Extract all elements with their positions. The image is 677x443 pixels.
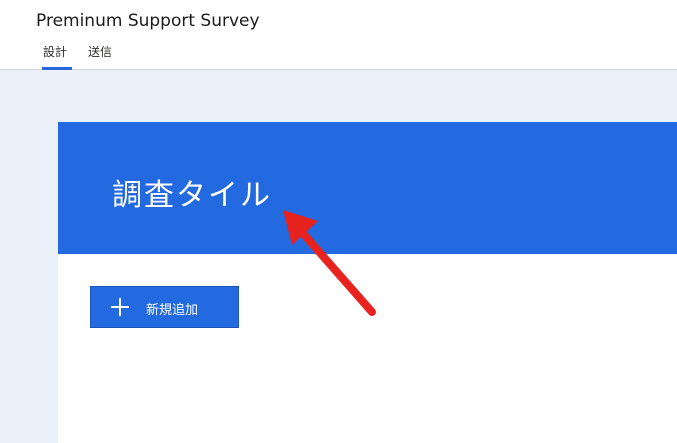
tab-send[interactable]: 送信: [88, 43, 112, 60]
form-card: 調査タイル 新規追加: [58, 122, 677, 443]
add-new-button[interactable]: 新規追加: [90, 286, 239, 328]
add-new-button-label: 新規追加: [146, 303, 199, 318]
tab-design[interactable]: 設計: [43, 43, 67, 60]
app-header: Preminum Support Survey 設計 送信: [0, 0, 677, 70]
app-title: Preminum Support Survey: [36, 11, 260, 31]
form-banner: 調査タイル: [58, 122, 677, 254]
plus-icon: [111, 298, 129, 316]
survey-title[interactable]: 調査タイル: [112, 170, 272, 214]
